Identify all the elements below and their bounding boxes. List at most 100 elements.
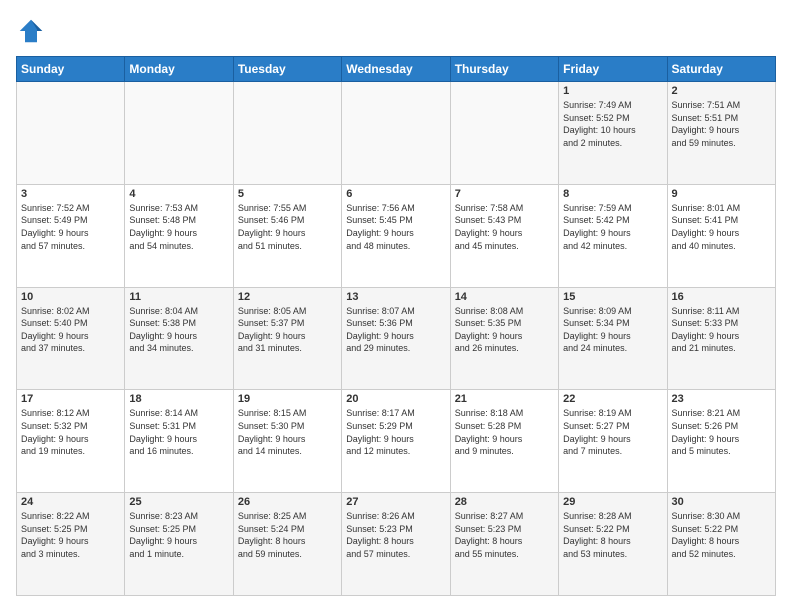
- day-info: Sunrise: 8:02 AM Sunset: 5:40 PM Dayligh…: [21, 305, 120, 355]
- day-number: 20: [346, 393, 445, 405]
- day-number: 12: [238, 291, 337, 303]
- calendar-cell: 5Sunrise: 7:55 AM Sunset: 5:46 PM Daylig…: [233, 184, 341, 287]
- day-number: 3: [21, 188, 120, 200]
- logo-icon: [16, 16, 46, 46]
- calendar-cell: 19 Sunrise: 8:15 AM Sunset: 5:30 PM Dayli…: [233, 390, 341, 493]
- day-number: 19: [238, 393, 337, 405]
- day-number: 30: [672, 496, 771, 508]
- calendar-cell: 25 Sunrise: 8:23 AM Sunset: 5:25 PM Dayli…: [125, 493, 233, 596]
- day-number: 24: [21, 496, 120, 508]
- day-info: Sunrise: 7:49 AM Sunset: 5:52 PM Dayligh…: [563, 99, 662, 149]
- day-info: Sunrise: 8:05 AM Sunset: 5:37 PM Dayligh…: [238, 305, 337, 355]
- day-info: Sunrise: 8:19 AM Sunset: 5:27 PM Dayligh…: [563, 407, 662, 457]
- day-number: 17: [21, 393, 120, 405]
- day-info: Sunrise: 8:27 AM Sunset: 5:23 PM Dayligh…: [455, 510, 554, 560]
- day-info: Sunrise: 8:12 AM Sunset: 5:32 PM Dayligh…: [21, 407, 120, 457]
- calendar-cell: 26 Sunrise: 8:25 AM Sunset: 5:24 PM Dayli…: [233, 493, 341, 596]
- day-number: 6: [346, 188, 445, 200]
- day-info: Sunrise: 7:52 AM Sunset: 5:49 PM Dayligh…: [21, 202, 120, 252]
- weekday-header: Saturday: [667, 57, 775, 82]
- calendar-cell: 16Sunrise: 8:11 AM Sunset: 5:33 PM Dayli…: [667, 287, 775, 390]
- day-number: 28: [455, 496, 554, 508]
- calendar-cell: 12 Sunrise: 8:05 AM Sunset: 5:37 PM Dayli…: [233, 287, 341, 390]
- calendar-cell: 7 Sunrise: 7:58 AM Sunset: 5:43 PM Daylig…: [450, 184, 558, 287]
- day-number: 27: [346, 496, 445, 508]
- day-info: Sunrise: 7:53 AM Sunset: 5:48 PM Dayligh…: [129, 202, 228, 252]
- calendar-cell: 14 Sunrise: 8:08 AM Sunset: 5:35 PM Dayli…: [450, 287, 558, 390]
- calendar-week-row: 24 Sunrise: 8:22 AM Sunset: 5:25 PM Dayli…: [17, 493, 776, 596]
- day-number: 4: [129, 188, 228, 200]
- calendar: SundayMondayTuesdayWednesdayThursdayFrid…: [16, 56, 776, 596]
- calendar-cell: 8 Sunrise: 7:59 AM Sunset: 5:42 PM Daylig…: [559, 184, 667, 287]
- calendar-cell: 21Sunrise: 8:18 AM Sunset: 5:28 PM Dayli…: [450, 390, 558, 493]
- day-number: 14: [455, 291, 554, 303]
- logo: [16, 16, 50, 46]
- day-number: 29: [563, 496, 662, 508]
- day-number: 8: [563, 188, 662, 200]
- day-info: Sunrise: 8:21 AM Sunset: 5:26 PM Dayligh…: [672, 407, 771, 457]
- page: SundayMondayTuesdayWednesdayThursdayFrid…: [0, 0, 792, 612]
- weekday-header: Thursday: [450, 57, 558, 82]
- calendar-cell: [233, 82, 341, 185]
- day-info: Sunrise: 7:58 AM Sunset: 5:43 PM Dayligh…: [455, 202, 554, 252]
- calendar-cell: 24 Sunrise: 8:22 AM Sunset: 5:25 PM Dayli…: [17, 493, 125, 596]
- calendar-cell: [125, 82, 233, 185]
- day-number: 15: [563, 291, 662, 303]
- day-info: Sunrise: 8:04 AM Sunset: 5:38 PM Dayligh…: [129, 305, 228, 355]
- calendar-cell: 29 Sunrise: 8:28 AM Sunset: 5:22 PM Dayli…: [559, 493, 667, 596]
- calendar-cell: 27 Sunrise: 8:26 AM Sunset: 5:23 PM Dayli…: [342, 493, 450, 596]
- day-info: Sunrise: 8:26 AM Sunset: 5:23 PM Dayligh…: [346, 510, 445, 560]
- day-number: 10: [21, 291, 120, 303]
- calendar-week-row: 17 Sunrise: 8:12 AM Sunset: 5:32 PM Dayli…: [17, 390, 776, 493]
- day-number: 16: [672, 291, 771, 303]
- day-info: Sunrise: 8:22 AM Sunset: 5:25 PM Dayligh…: [21, 510, 120, 560]
- day-number: 22: [563, 393, 662, 405]
- calendar-cell: 10 Sunrise: 8:02 AM Sunset: 5:40 PM Dayli…: [17, 287, 125, 390]
- day-info: Sunrise: 8:01 AM Sunset: 5:41 PM Dayligh…: [672, 202, 771, 252]
- day-number: 13: [346, 291, 445, 303]
- calendar-week-row: 1Sunrise: 7:49 AM Sunset: 5:52 PM Daylig…: [17, 82, 776, 185]
- day-number: 9: [672, 188, 771, 200]
- calendar-cell: 2Sunrise: 7:51 AM Sunset: 5:51 PM Daylig…: [667, 82, 775, 185]
- calendar-cell: 4 Sunrise: 7:53 AM Sunset: 5:48 PM Daylig…: [125, 184, 233, 287]
- day-number: 11: [129, 291, 228, 303]
- calendar-cell: 28 Sunrise: 8:27 AM Sunset: 5:23 PM Dayli…: [450, 493, 558, 596]
- day-info: Sunrise: 7:56 AM Sunset: 5:45 PM Dayligh…: [346, 202, 445, 252]
- calendar-cell: 11 Sunrise: 8:04 AM Sunset: 5:38 PM Dayli…: [125, 287, 233, 390]
- calendar-cell: 9 Sunrise: 8:01 AM Sunset: 5:41 PM Daylig…: [667, 184, 775, 287]
- day-number: 7: [455, 188, 554, 200]
- day-number: 5: [238, 188, 337, 200]
- calendar-cell: [17, 82, 125, 185]
- calendar-week-row: 3 Sunrise: 7:52 AM Sunset: 5:49 PM Daylig…: [17, 184, 776, 287]
- day-number: 18: [129, 393, 228, 405]
- calendar-cell: [450, 82, 558, 185]
- calendar-cell: 1Sunrise: 7:49 AM Sunset: 5:52 PM Daylig…: [559, 82, 667, 185]
- day-info: Sunrise: 8:07 AM Sunset: 5:36 PM Dayligh…: [346, 305, 445, 355]
- day-info: Sunrise: 7:59 AM Sunset: 5:42 PM Dayligh…: [563, 202, 662, 252]
- day-info: Sunrise: 8:09 AM Sunset: 5:34 PM Dayligh…: [563, 305, 662, 355]
- weekday-header-row: SundayMondayTuesdayWednesdayThursdayFrid…: [17, 57, 776, 82]
- calendar-cell: 3 Sunrise: 7:52 AM Sunset: 5:49 PM Daylig…: [17, 184, 125, 287]
- weekday-header: Tuesday: [233, 57, 341, 82]
- calendar-cell: 6 Sunrise: 7:56 AM Sunset: 5:45 PM Daylig…: [342, 184, 450, 287]
- day-number: 25: [129, 496, 228, 508]
- day-number: 21: [455, 393, 554, 405]
- calendar-cell: 17 Sunrise: 8:12 AM Sunset: 5:32 PM Dayli…: [17, 390, 125, 493]
- day-info: Sunrise: 8:14 AM Sunset: 5:31 PM Dayligh…: [129, 407, 228, 457]
- day-number: 26: [238, 496, 337, 508]
- calendar-cell: 13 Sunrise: 8:07 AM Sunset: 5:36 PM Dayli…: [342, 287, 450, 390]
- day-info: Sunrise: 8:15 AM Sunset: 5:30 PM Dayligh…: [238, 407, 337, 457]
- calendar-cell: 18 Sunrise: 8:14 AM Sunset: 5:31 PM Dayli…: [125, 390, 233, 493]
- day-number: 23: [672, 393, 771, 405]
- weekday-header: Wednesday: [342, 57, 450, 82]
- weekday-header: Sunday: [17, 57, 125, 82]
- day-info: Sunrise: 8:08 AM Sunset: 5:35 PM Dayligh…: [455, 305, 554, 355]
- day-info: Sunrise: 8:17 AM Sunset: 5:29 PM Dayligh…: [346, 407, 445, 457]
- calendar-week-row: 10 Sunrise: 8:02 AM Sunset: 5:40 PM Dayli…: [17, 287, 776, 390]
- calendar-cell: 22 Sunrise: 8:19 AM Sunset: 5:27 PM Dayli…: [559, 390, 667, 493]
- day-info: Sunrise: 8:28 AM Sunset: 5:22 PM Dayligh…: [563, 510, 662, 560]
- weekday-header: Friday: [559, 57, 667, 82]
- day-info: Sunrise: 8:25 AM Sunset: 5:24 PM Dayligh…: [238, 510, 337, 560]
- day-info: Sunrise: 7:51 AM Sunset: 5:51 PM Dayligh…: [672, 99, 771, 149]
- day-info: Sunrise: 8:23 AM Sunset: 5:25 PM Dayligh…: [129, 510, 228, 560]
